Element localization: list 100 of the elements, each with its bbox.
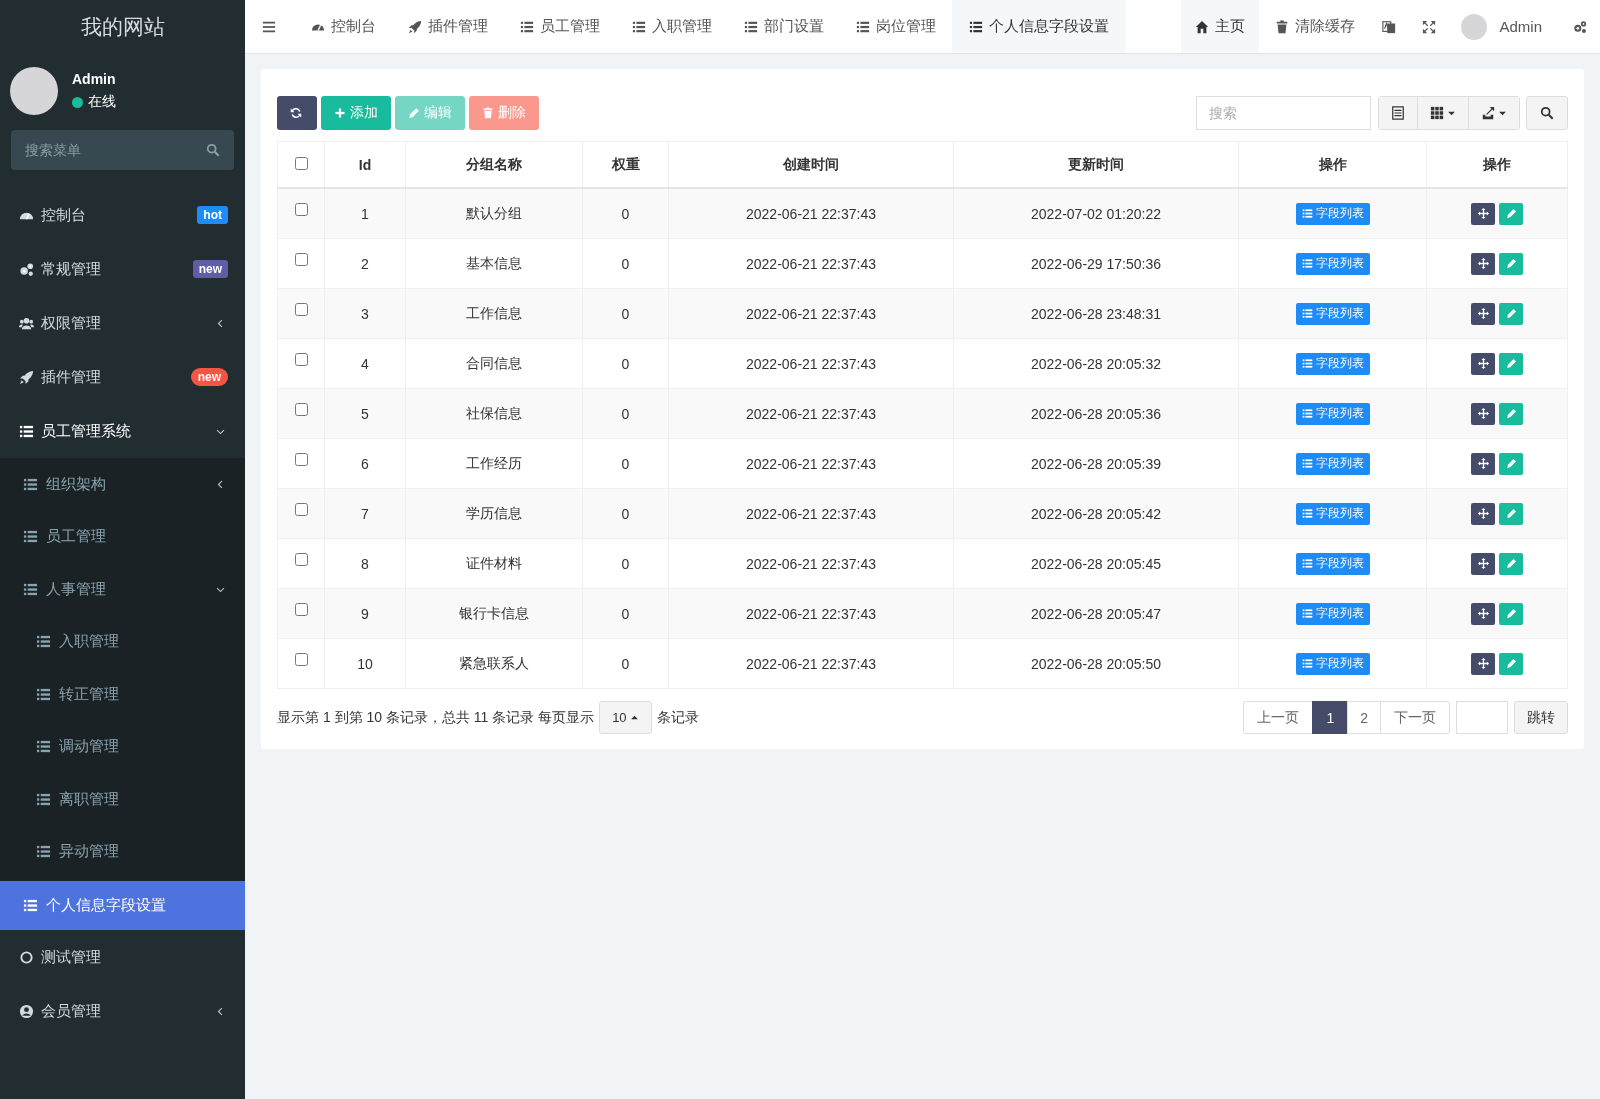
page-link[interactable]: 2	[1347, 701, 1381, 734]
jump-button[interactable]: 跳转	[1514, 701, 1568, 734]
move-icon	[1477, 308, 1489, 319]
menu-item[interactable]: 入职管理	[0, 615, 245, 668]
table-cell: 0	[621, 255, 630, 272]
row-checkbox[interactable]	[294, 553, 308, 566]
row-checkbox[interactable]	[294, 253, 308, 266]
table-cell: 9	[361, 605, 369, 622]
menu-label: 员工管理系统	[41, 421, 132, 441]
translate-icon	[1382, 19, 1397, 34]
menu-badge: hot	[197, 206, 228, 224]
drag-button[interactable]	[1471, 202, 1495, 225]
row-checkbox[interactable]	[294, 603, 308, 616]
move-icon	[1477, 408, 1489, 419]
menu-item[interactable]: 异动管理	[0, 825, 245, 878]
nav-tab[interactable]: 入职管理	[616, 0, 728, 53]
drag-button[interactable]	[1471, 352, 1495, 375]
drag-button[interactable]	[1471, 552, 1495, 575]
drag-button[interactable]	[1471, 402, 1495, 425]
drag-button[interactable]	[1471, 502, 1495, 525]
page-link[interactable]: 下一页	[1380, 701, 1450, 734]
row-checkbox[interactable]	[294, 653, 308, 666]
row-checkbox[interactable]	[294, 353, 308, 366]
pencil-icon	[1505, 358, 1517, 369]
select-all-checkbox[interactable]	[294, 156, 308, 170]
menu-item[interactable]: 转正管理	[0, 668, 245, 721]
field-list-button[interactable]: 字段列表	[1295, 602, 1370, 625]
drag-button[interactable]	[1471, 652, 1495, 675]
menu-icon	[262, 19, 276, 34]
table-cell: 学历信息	[466, 504, 522, 521]
menu-item[interactable]: 组织架构	[0, 458, 245, 511]
menu-item[interactable]: 权限管理	[0, 296, 245, 350]
table-cell: 0	[621, 455, 630, 472]
nav-link[interactable]: 主页	[1181, 0, 1260, 53]
pencil-icon	[1505, 308, 1517, 319]
table-cell: 银行卡信息	[459, 604, 529, 621]
menu-item[interactable]: 员工管理系统	[0, 404, 245, 458]
refresh-button[interactable]	[277, 96, 317, 130]
rocket-icon	[19, 369, 34, 385]
move-icon	[1477, 508, 1489, 519]
nav-tab[interactable]: 控制台	[293, 0, 392, 53]
page-link[interactable]: 上一页	[1243, 701, 1314, 734]
nav-tab[interactable]: 部门设置	[728, 0, 840, 53]
field-list-button[interactable]: 字段列表	[1295, 452, 1370, 475]
nav-link[interactable]: 清除缓存	[1261, 0, 1370, 53]
table-cell: 2022-06-28 20:05:42	[1031, 505, 1161, 522]
menu-item[interactable]: 常规管理 new	[0, 242, 245, 296]
menu-item[interactable]: 测试管理	[0, 930, 245, 984]
table-cell: 证件材料	[466, 554, 522, 571]
field-list-button[interactable]: 字段列表	[1295, 402, 1370, 425]
menu-item[interactable]: 人事管理	[0, 563, 245, 616]
row-checkbox[interactable]	[294, 203, 308, 216]
drag-button[interactable]	[1471, 252, 1495, 275]
search-field[interactable]: 搜索	[1196, 96, 1371, 130]
user-name[interactable]: Admin	[1499, 18, 1542, 35]
field-list-button[interactable]: 字段列表	[1295, 352, 1370, 375]
menu-item[interactable]: 会员管理	[0, 984, 245, 1038]
table-cell: 0	[621, 205, 630, 222]
menu-search-field[interactable]: 搜索菜单	[11, 130, 234, 170]
menu-item[interactable]: 控制台 hot	[0, 188, 245, 242]
row-checkbox[interactable]	[294, 303, 308, 316]
list-icon	[36, 686, 51, 702]
column-header: 操作	[1318, 155, 1347, 172]
table-cell: 2022-06-28 20:05:36	[1031, 405, 1161, 422]
row-checkbox[interactable]	[294, 453, 308, 466]
drag-button[interactable]	[1471, 602, 1495, 625]
page-link[interactable]: 1	[1312, 701, 1349, 734]
menu-item[interactable]: 插件管理 new	[0, 350, 245, 404]
row-checkbox[interactable]	[294, 403, 308, 416]
move-icon	[1477, 658, 1489, 669]
field-list-button[interactable]: 字段列表	[1295, 302, 1370, 325]
search-icon[interactable]	[206, 143, 220, 157]
toggle-view-button[interactable]	[1379, 97, 1418, 129]
menu-item[interactable]: 员工管理	[0, 510, 245, 563]
field-list-button[interactable]: 字段列表	[1295, 502, 1370, 525]
drag-button[interactable]	[1471, 302, 1495, 325]
menu-label: 权限管理	[41, 313, 102, 333]
page-number-field[interactable]	[1456, 701, 1508, 734]
nav-tab[interactable]: 插件管理	[392, 0, 504, 53]
search-button[interactable]	[1526, 96, 1568, 130]
list-icon	[1301, 308, 1313, 319]
drag-button[interactable]	[1471, 452, 1495, 475]
table-cell: 7	[361, 505, 369, 522]
nav-tab[interactable]: 岗位管理	[840, 0, 952, 53]
row-checkbox[interactable]	[294, 503, 308, 516]
field-list-button[interactable]: 字段列表	[1295, 552, 1370, 575]
list-icon	[23, 476, 38, 492]
page-size-button[interactable]: 10	[599, 701, 652, 734]
nav-tab[interactable]: 员工管理	[504, 0, 616, 53]
settings-icon	[1573, 19, 1587, 34]
nav-tab[interactable]: 个人信息字段设置	[952, 0, 1126, 53]
menu-item[interactable]: 个人信息字段设置	[0, 881, 245, 930]
column-header: 权重	[611, 155, 640, 172]
field-list-button[interactable]: 字段列表	[1295, 252, 1370, 275]
field-list-button[interactable]: 字段列表	[1295, 202, 1370, 225]
menu-item[interactable]: 调动管理	[0, 720, 245, 773]
list-icon	[23, 529, 38, 545]
menu-item[interactable]: 离职管理	[0, 773, 245, 826]
menu-label: 异动管理	[59, 842, 120, 862]
field-list-button[interactable]: 字段列表	[1295, 652, 1370, 675]
